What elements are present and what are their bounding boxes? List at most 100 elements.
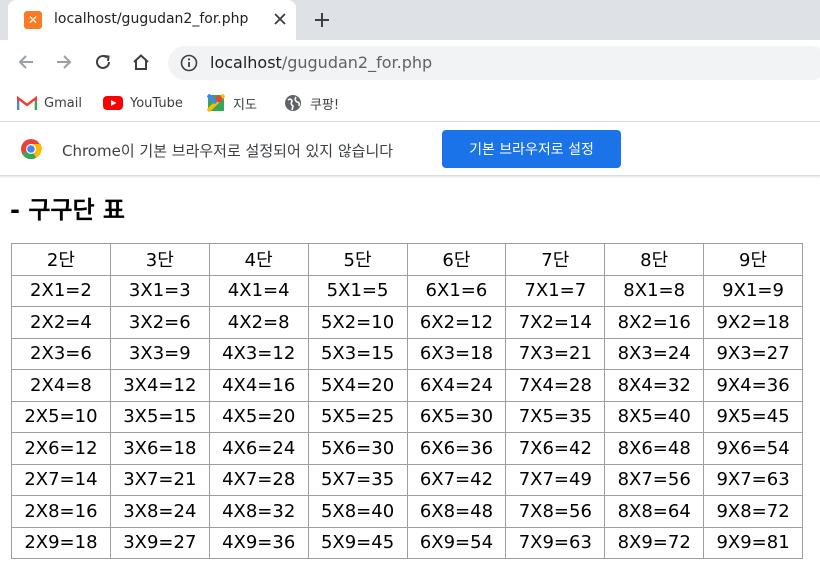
- table-body: 2X1=2 3X1=3 4X1=4 5X1=5 6X1=6 7X1=7 8X1=8 9X1=9…: [11, 274, 803, 559]
- youtube-icon: [102, 95, 124, 111]
- column-header: 5단: [307, 243, 408, 276]
- table-cell: 2X8=16: [11, 495, 111, 528]
- bookmark-label: 지도: [233, 97, 257, 113]
- maps-icon: [205, 94, 227, 112]
- table-cell: 9X8=72: [703, 495, 803, 528]
- globe-icon: [282, 95, 304, 111]
- table-cell: 2X6=12: [11, 432, 111, 465]
- table-cell: 5X1=5: [307, 274, 408, 307]
- table-row: 2X2=4 3X2=6 4X2=8 5X2=10 6X2=12 7X2=14 8X2=16 9…: [11, 306, 803, 339]
- table-cell: 7X3=21: [505, 337, 606, 370]
- table-cell: 8X2=16: [604, 306, 705, 339]
- bookmark-youtube[interactable]: YouTube: [102, 92, 183, 114]
- table-cell: 3X7=21: [109, 463, 210, 496]
- table-cell: 2X7=14: [11, 463, 111, 496]
- reload-button[interactable]: [89, 48, 117, 76]
- back-button[interactable]: [12, 48, 40, 76]
- table-cell: 3X4=12: [109, 369, 210, 402]
- table-cell: 8X4=32: [604, 369, 705, 402]
- table-cell: 7X6=42: [505, 432, 606, 465]
- table-row: 2X4=8 3X4=12 4X4=16 5X4=20 6X4=24 7X4=28 8X4=3…: [11, 369, 803, 402]
- table-cell: 8X8=64: [604, 495, 705, 528]
- table-cell: 8X9=72: [604, 526, 705, 559]
- column-header: 4단: [208, 243, 309, 276]
- table-cell: 4X7=28: [208, 463, 309, 496]
- set-default-browser-button[interactable]: 기본 브라우저로 설정: [442, 130, 621, 168]
- table-cell: 7X4=28: [505, 369, 606, 402]
- table-cell: 6X5=30: [406, 400, 507, 433]
- table-row: 2X7=14 3X7=21 4X7=28 5X7=35 6X7=42 7X7=49 8X7=…: [11, 463, 803, 496]
- table-cell: 4X3=12: [208, 337, 309, 370]
- column-header: 9단: [703, 243, 803, 276]
- table-cell: 6X8=48: [406, 495, 507, 528]
- table-header-row: 2단 3단 4단 5단 6단 7단 8단 9단: [11, 243, 803, 276]
- table-cell: 6X2=12: [406, 306, 507, 339]
- table-cell: 8X5=40: [604, 400, 705, 433]
- browser-tab[interactable]: ✕ localhost/gugudan2_for.php: [8, 0, 296, 40]
- address-bar[interactable]: localhost/gugudan2_for.php: [168, 46, 820, 80]
- table-cell: 9X9=81: [703, 526, 803, 559]
- close-icon: [274, 13, 286, 25]
- table-cell: 5X2=10: [307, 306, 408, 339]
- table-cell: 9X5=45: [703, 400, 803, 433]
- new-tab-button[interactable]: [308, 6, 336, 34]
- table-cell: 4X4=16: [208, 369, 309, 402]
- bookmark-maps[interactable]: 지도: [205, 92, 257, 114]
- table-cell: 6X7=42: [406, 463, 507, 496]
- bookmark-gmail[interactable]: Gmail: [16, 92, 82, 114]
- table-cell: 7X8=56: [505, 495, 606, 528]
- page-content: - 구구단 표 2단 3단 4단 5단 6단 7단 8단 9단 2X1=2 3X1…: [0, 176, 820, 576]
- tab-strip: ✕ localhost/gugudan2_for.php: [0, 0, 820, 40]
- table-cell: 9X4=36: [703, 369, 803, 402]
- table-row: 2X3=6 3X3=9 4X3=12 5X3=15 6X3=18 7X3=21 8X3=24…: [11, 337, 803, 370]
- table-cell: 5X5=25: [307, 400, 408, 433]
- table-cell: 4X5=20: [208, 400, 309, 433]
- table-cell: 8X3=24: [604, 337, 705, 370]
- table-cell: 5X8=40: [307, 495, 408, 528]
- table-cell: 8X6=48: [604, 432, 705, 465]
- table-row: 2X5=10 3X5=15 4X5=20 5X5=25 6X5=30 7X5=35 8X5=…: [11, 400, 803, 433]
- table-cell: 2X9=18: [11, 526, 111, 559]
- infobar-message: Chrome이 기본 브라우저로 설정되어 있지 않습니다: [62, 142, 394, 160]
- table-cell: 9X1=9: [703, 274, 803, 307]
- table-cell: 2X1=2: [11, 274, 111, 307]
- table-cell: 7X9=63: [505, 526, 606, 559]
- reload-icon: [96, 54, 110, 69]
- table-cell: 3X3=9: [109, 337, 210, 370]
- table-cell: 3X5=15: [109, 400, 210, 433]
- column-header: 2단: [11, 243, 111, 276]
- table-cell: 2X5=10: [11, 400, 111, 433]
- table-cell: 5X9=45: [307, 526, 408, 559]
- column-header: 8단: [604, 243, 705, 276]
- bookmark-coupang[interactable]: 쿠팡!: [282, 92, 339, 114]
- table-cell: 3X8=24: [109, 495, 210, 528]
- table-cell: 9X2=18: [703, 306, 803, 339]
- bookmarks-bar: Gmail YouTube 지도 쿠팡!: [0, 84, 820, 122]
- table-cell: 7X7=49: [505, 463, 606, 496]
- forward-button[interactable]: [50, 48, 78, 76]
- table-cell: 6X1=6: [406, 274, 507, 307]
- url-path: /gugudan2_for.php: [281, 53, 433, 72]
- table-row: 2X8=16 3X8=24 4X8=32 5X8=40 6X8=48 7X8=56 8X8=…: [11, 495, 803, 528]
- table-cell: 6X6=36: [406, 432, 507, 465]
- back-arrow-icon: [18, 55, 33, 69]
- table-cell: 7X5=35: [505, 400, 606, 433]
- column-header: 7단: [505, 243, 606, 276]
- gmail-icon: [16, 95, 38, 111]
- table-cell: 3X6=18: [109, 432, 210, 465]
- table-cell: 6X3=18: [406, 337, 507, 370]
- table-cell: 3X2=6: [109, 306, 210, 339]
- table-row: 2X9=18 3X9=27 4X9=36 5X9=45 6X9=54 7X9=63 8X9=…: [11, 526, 803, 559]
- table-cell: 9X6=54: [703, 432, 803, 465]
- column-header: 6단: [406, 243, 507, 276]
- home-button[interactable]: [127, 48, 155, 76]
- table-cell: 2X2=4: [11, 306, 111, 339]
- table-cell: 8X7=56: [604, 463, 705, 496]
- plus-icon: [315, 13, 329, 27]
- table-row: 2X1=2 3X1=3 4X1=4 5X1=5 6X1=6 7X1=7 8X1=8 9X1=9: [11, 274, 803, 307]
- table-cell: 5X4=20: [307, 369, 408, 402]
- table-cell: 4X9=36: [208, 526, 309, 559]
- url-text[interactable]: localhost/gugudan2_for.php: [210, 53, 432, 72]
- info-icon[interactable]: [180, 54, 198, 72]
- tab-close-button[interactable]: [270, 9, 290, 29]
